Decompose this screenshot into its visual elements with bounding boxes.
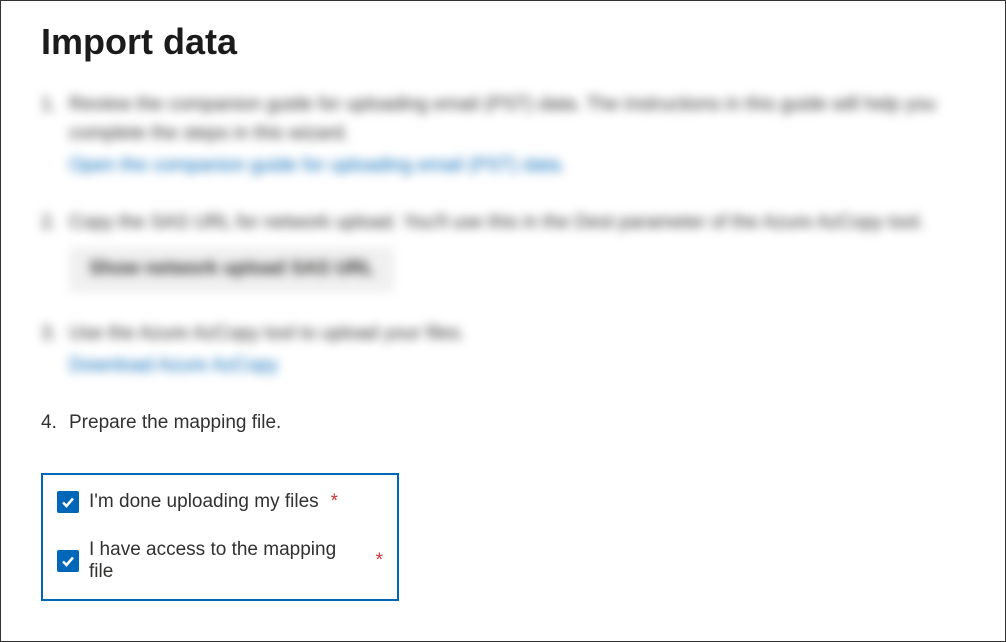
step-1-text: Review the companion guide for uploading… (69, 91, 965, 148)
page-title: Import data (41, 21, 965, 63)
checkmark-icon (60, 553, 76, 569)
steps-list: Review the companion guide for uploading… (41, 91, 965, 437)
step-2: Copy the SAS URL for network upload. You… (41, 209, 965, 292)
confirmation-checkbox-group: I'm done uploading my files * I have acc… (41, 473, 399, 601)
access-mapping-row[interactable]: I have access to the mapping file * (57, 539, 383, 583)
step-4-text: Prepare the mapping file. (69, 409, 965, 438)
download-azcopy-link[interactable]: Download Azure AzCopy (69, 352, 278, 381)
access-mapping-label: I have access to the mapping file (89, 539, 364, 583)
done-uploading-checkbox[interactable] (57, 491, 79, 513)
checkmark-icon (60, 494, 76, 510)
done-uploading-label: I'm done uploading my files (89, 491, 319, 513)
access-mapping-checkbox[interactable] (57, 550, 79, 572)
step-2-text: Copy the SAS URL for network upload. You… (69, 209, 965, 238)
step-4: Prepare the mapping file. (41, 409, 965, 438)
import-data-panel: Import data Review the companion guide f… (0, 0, 1006, 642)
step-1: Review the companion guide for uploading… (41, 91, 965, 181)
step-3: Use the Azure AzCopy tool to upload your… (41, 320, 965, 381)
show-sas-url-button[interactable]: Show network upload SAS URL (69, 247, 394, 292)
required-indicator: * (331, 491, 338, 513)
required-indicator: * (376, 550, 383, 572)
step-3-text: Use the Azure AzCopy tool to upload your… (69, 320, 965, 349)
companion-guide-link[interactable]: Open the companion guide for uploading e… (69, 152, 565, 181)
done-uploading-row[interactable]: I'm done uploading my files * (57, 491, 383, 513)
